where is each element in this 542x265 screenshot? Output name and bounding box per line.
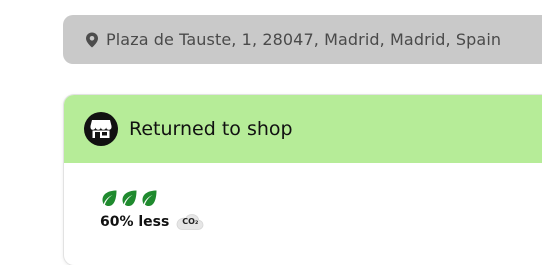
eco-leaves <box>100 189 204 207</box>
co2-cloud-icon: CO₂ <box>176 213 204 231</box>
leaf-icon <box>102 190 117 206</box>
leaf-icon <box>122 190 137 206</box>
address-text: Plaza de Tauste, 1, 28047, Madrid, Madri… <box>106 30 502 49</box>
eco-savings: 60% less CO₂ <box>100 189 204 231</box>
status-title: Returned to shop <box>129 118 293 140</box>
eco-line: 60% less CO₂ <box>100 213 204 231</box>
leaf-icon <box>142 190 157 206</box>
shop-icon <box>84 112 118 146</box>
status-header: Returned to shop <box>64 95 542 163</box>
address-bar: Plaza de Tauste, 1, 28047, Madrid, Madri… <box>63 15 542 64</box>
eco-savings-label: 60% less <box>100 214 170 230</box>
location-pin-icon <box>85 32 99 48</box>
co2-label: CO₂ <box>182 217 199 226</box>
status-card: Returned to shop 60% less CO₂ <box>64 95 542 265</box>
